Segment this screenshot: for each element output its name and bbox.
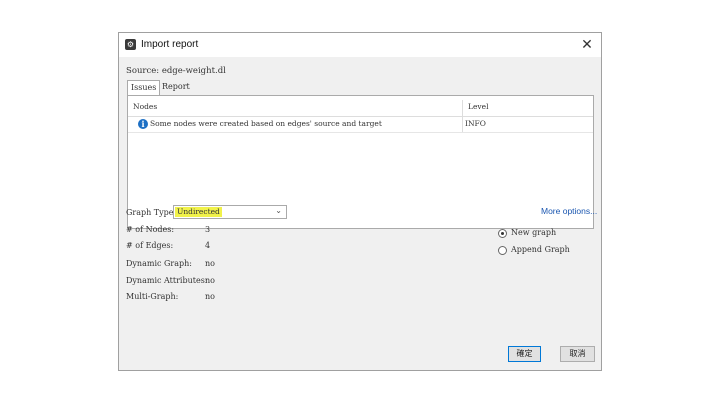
tab-issues[interactable]: Issues: [127, 80, 161, 96]
issue-message: Some nodes were created based on edges' …: [150, 119, 382, 128]
graph-type-label: Graph Type:: [126, 208, 177, 217]
column-header-nodes[interactable]: Nodes: [133, 102, 157, 111]
dynamic-attributes-label: Dynamic Attributes:: [126, 276, 208, 285]
window-title: Import report: [141, 39, 199, 50]
table-header: Nodes Level: [128, 100, 593, 117]
graph-type-select[interactable]: Undirected ⌄: [173, 205, 287, 219]
edges-count-label: # of Edges:: [126, 241, 174, 250]
tab-report[interactable]: Report: [159, 80, 193, 94]
ok-button[interactable]: 確定: [508, 346, 541, 362]
info-icon: i: [138, 119, 148, 129]
source-label: Source: edge-weight.dl: [126, 66, 226, 76]
append-graph-radio[interactable]: [498, 246, 507, 255]
column-header-level[interactable]: Level: [468, 102, 489, 111]
import-report-dialog: ⚙ Import report ✕ Source: edge-weight.dl…: [118, 32, 602, 371]
dynamic-attributes-value: no: [205, 276, 215, 285]
table-row[interactable]: i Some nodes were created based on edges…: [128, 117, 593, 133]
chevron-down-icon: ⌄: [275, 206, 282, 215]
close-icon[interactable]: ✕: [579, 36, 595, 52]
append-graph-label[interactable]: Append Graph: [511, 245, 570, 254]
edges-count-value: 4: [205, 241, 211, 250]
nodes-count-value: 3: [205, 225, 211, 234]
multi-graph-label: Multi-Graph:: [126, 292, 179, 301]
more-options-link[interactable]: More options...: [541, 206, 597, 216]
title-bar: ⚙ Import report ✕: [119, 33, 601, 57]
graph-type-value: Undirected: [175, 207, 222, 217]
dynamic-graph-label: Dynamic Graph:: [126, 259, 192, 268]
issue-level: INFO: [465, 119, 486, 128]
new-graph-label[interactable]: New graph: [511, 228, 556, 237]
app-icon: ⚙: [125, 39, 136, 50]
dynamic-graph-value: no: [205, 259, 215, 268]
nodes-count-label: # of Nodes:: [126, 225, 175, 234]
new-graph-radio[interactable]: [498, 229, 507, 238]
multi-graph-value: no: [205, 292, 215, 301]
cancel-button[interactable]: 取消: [560, 346, 595, 362]
